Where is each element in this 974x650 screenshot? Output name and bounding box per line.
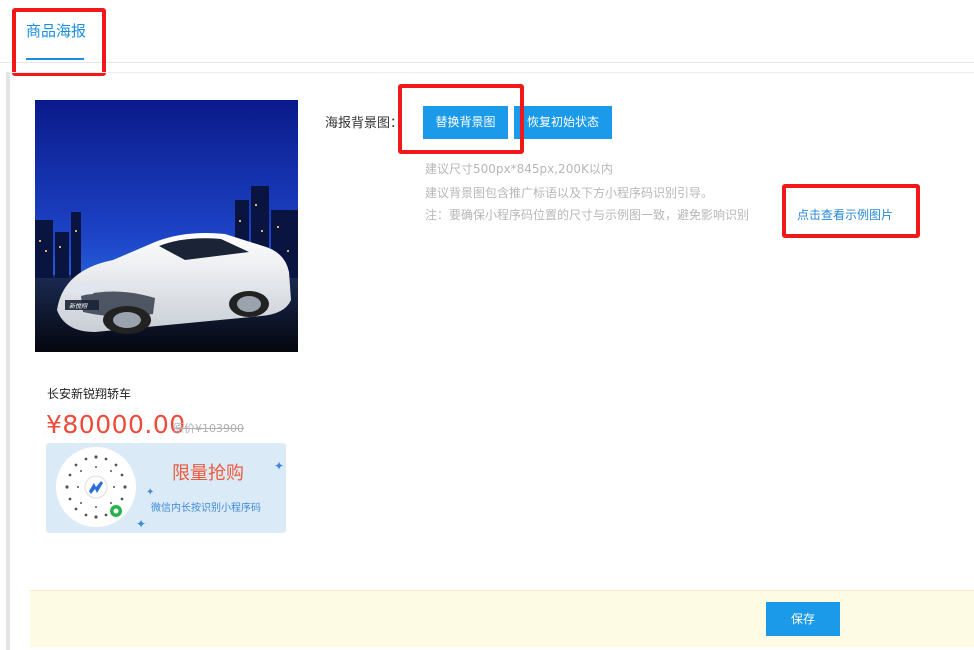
tab-bar: 商品海报 <box>0 0 974 63</box>
tab-product-poster[interactable]: 商品海报 <box>26 20 86 41</box>
promo-card: 限量抢购 微信内长按识别小程序码 ✦ ✦ ✦ <box>46 443 286 533</box>
product-name: 长安新锐翔轿车 <box>47 387 132 401</box>
promo-subtitle: 微信内长按识别小程序码 <box>151 503 261 514</box>
original-price: 原价¥103900 <box>173 422 244 435</box>
hint-content: 建议背景图包含推广标语以及下方小程序码识别引导。 <box>425 186 714 200</box>
hint-note: 注：要确保小程序码位置的尺寸与示例图一致，避免影响识别 <box>425 208 750 222</box>
save-button[interactable]: 保存 <box>766 602 840 636</box>
hint-size: 建议尺寸500px*845px,200K以内 <box>425 162 613 176</box>
replace-background-button[interactable]: 替换背景图 <box>423 106 508 139</box>
poster-background-image: 新悦翔 <box>35 100 298 352</box>
product-price: ¥80000.00 <box>46 410 186 439</box>
sparkle-icon: ✦ <box>274 459 285 473</box>
sparkle-icon: ✦ <box>136 517 147 531</box>
sparkle-icon: ✦ <box>146 487 155 498</box>
restore-default-button[interactable]: 恢复初始状态 <box>514 106 612 139</box>
mini-program-code <box>56 447 136 527</box>
view-example-link[interactable]: 点击查看示例图片 <box>797 206 893 223</box>
promo-title: 限量抢购 <box>172 463 244 484</box>
car-badge-text: 新悦翔 <box>69 302 88 310</box>
poster-background-label: 海报背景图： <box>325 116 404 131</box>
tab-active-indicator <box>26 58 84 60</box>
